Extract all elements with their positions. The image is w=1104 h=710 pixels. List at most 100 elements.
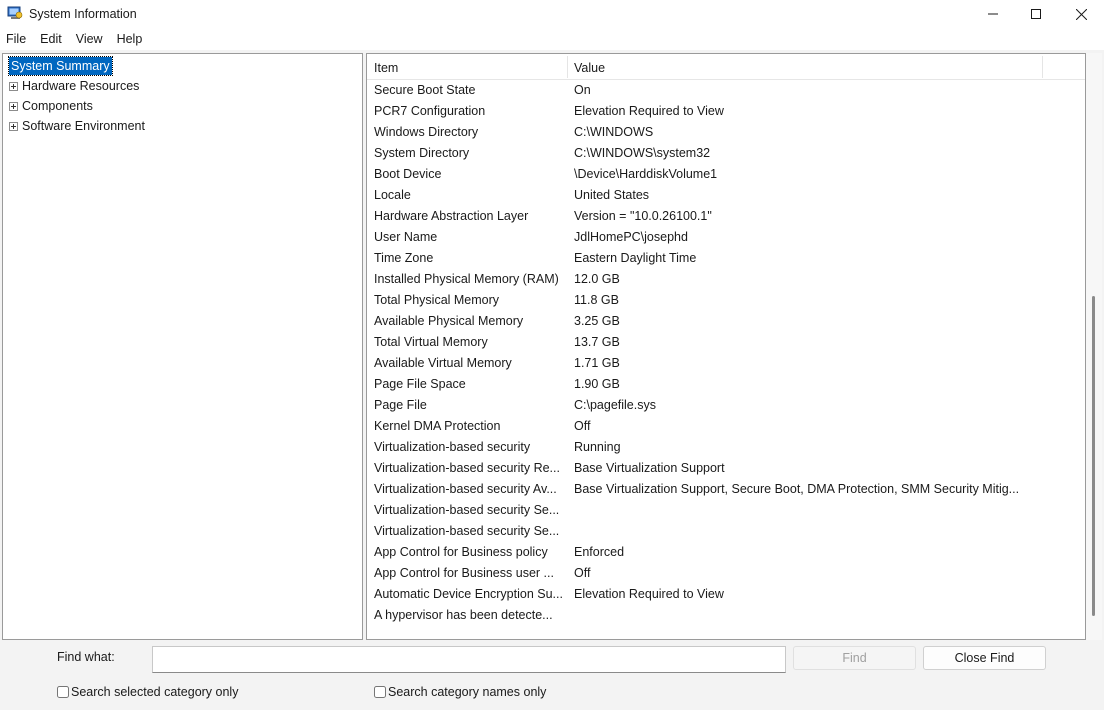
expand-plus-icon[interactable] xyxy=(9,81,18,91)
row-item: Automatic Device Encryption Su... xyxy=(374,587,563,601)
table-row[interactable]: Page File Space 1.90 GB xyxy=(367,374,1085,395)
table-row[interactable]: Automatic Device Encryption Su... Elevati… xyxy=(367,584,1085,605)
table-row[interactable]: Time Zone Eastern Daylight Time xyxy=(367,248,1085,269)
row-item: Total Virtual Memory xyxy=(374,335,488,349)
table-row[interactable]: Virtualization-based security Running xyxy=(367,437,1085,458)
tree-item-components[interactable]: Components xyxy=(9,97,93,115)
table-row[interactable]: System Directory C:\WINDOWS\system32 xyxy=(367,143,1085,164)
row-item: App Control for Business policy xyxy=(374,545,548,559)
row-value: United States xyxy=(574,188,650,202)
tree-item-label: Software Environment xyxy=(22,119,145,133)
table-row[interactable]: Windows Directory C:\WINDOWS xyxy=(367,122,1085,143)
row-value: \Device\HarddiskVolume1 xyxy=(574,167,718,181)
row-item: Time Zone xyxy=(374,251,434,265)
vertical-scrollbar[interactable] xyxy=(1086,53,1102,640)
table-row[interactable]: Virtualization-based security Se... xyxy=(367,500,1085,521)
row-item: Kernel DMA Protection xyxy=(374,419,501,433)
details-list[interactable]: Item Value Secure Boot State On PCR7 Confi… xyxy=(366,53,1086,640)
table-row[interactable]: Available Virtual Memory 1.71 GB xyxy=(367,353,1085,374)
table-row[interactable]: Total Physical Memory 11.8 GB xyxy=(367,290,1085,311)
table-row[interactable]: Secure Boot State On xyxy=(367,80,1085,101)
tree-item-software-environment[interactable]: Software Environment xyxy=(9,117,145,135)
tree-item-hardware-resources[interactable]: Hardware Resources xyxy=(9,77,139,95)
column-divider[interactable] xyxy=(1042,56,1043,78)
table-row[interactable]: Kernel DMA Protection Off xyxy=(367,416,1085,437)
search-selected-category-check[interactable] xyxy=(57,686,69,698)
table-row[interactable]: Hardware Abstraction Layer Version = "10.… xyxy=(367,206,1085,227)
find-what-input[interactable] xyxy=(152,646,786,673)
row-item: Windows Directory xyxy=(374,125,479,139)
menu-bar: File Edit View Help xyxy=(0,28,1104,50)
row-value: Off xyxy=(574,566,591,580)
table-row[interactable]: Boot Device \Device\HarddiskVolume1 xyxy=(367,164,1085,185)
row-item: System Directory xyxy=(374,146,470,160)
expand-plus-icon[interactable] xyxy=(9,101,18,111)
category-tree[interactable]: System Summary Hardware Resources Compon… xyxy=(2,53,363,640)
table-row[interactable]: App Control for Business policy Enforced xyxy=(367,542,1085,563)
menu-file[interactable]: File xyxy=(6,32,26,46)
minimize-button[interactable] xyxy=(970,0,1016,28)
row-item: Page File Space xyxy=(374,377,466,391)
menu-view[interactable]: View xyxy=(76,32,103,46)
scrollbar-thumb[interactable] xyxy=(1092,296,1095,616)
close-icon xyxy=(1075,8,1087,20)
row-item: Installed Physical Memory (RAM) xyxy=(374,272,559,286)
list-rows: Secure Boot State On PCR7 Configuration Ele… xyxy=(367,80,1085,626)
row-item: Available Virtual Memory xyxy=(374,356,512,370)
maximize-button[interactable] xyxy=(1013,0,1059,28)
row-value: Base Virtualization Support, Secure Boot… xyxy=(574,482,1020,496)
table-row[interactable]: Virtualization-based security Av... Base … xyxy=(367,479,1085,500)
row-item: Hardware Abstraction Layer xyxy=(374,209,529,223)
search-category-names-checkbox[interactable]: Search category names only xyxy=(374,685,546,699)
minimize-icon xyxy=(988,13,998,15)
expand-plus-icon[interactable] xyxy=(9,121,18,131)
row-item: App Control for Business user ... xyxy=(374,566,554,580)
close-window-button[interactable] xyxy=(1058,0,1104,28)
table-row[interactable]: Virtualization-based security Re... Base … xyxy=(367,458,1085,479)
table-row[interactable]: Page File C:\pagefile.sys xyxy=(367,395,1085,416)
table-row[interactable]: Available Physical Memory 3.25 GB xyxy=(367,311,1085,332)
row-value: 12.0 GB xyxy=(574,272,620,286)
table-row[interactable]: Virtualization-based security Se... xyxy=(367,521,1085,542)
row-item: Available Physical Memory xyxy=(374,314,524,328)
row-item: Page File xyxy=(374,398,427,412)
table-row[interactable]: A hypervisor has been detecte... xyxy=(367,605,1085,626)
table-row[interactable]: PCR7 Configuration Elevation Required to … xyxy=(367,101,1085,122)
search-selected-category-checkbox[interactable]: Search selected category only xyxy=(57,685,238,699)
find-what-label: Find what: xyxy=(57,650,115,664)
search-category-names-check[interactable] xyxy=(374,686,386,698)
tree-item-label: Hardware Resources xyxy=(22,79,140,93)
row-value: 3.25 GB xyxy=(574,314,620,328)
checkbox-label: Search category names only xyxy=(388,685,547,699)
menu-edit[interactable]: Edit xyxy=(40,32,62,46)
row-value: C:\WINDOWS xyxy=(574,125,654,139)
tree-item-system-summary[interactable]: System Summary xyxy=(8,56,113,76)
window-title: System Information xyxy=(29,7,137,21)
row-value: Running xyxy=(574,440,621,454)
row-value: On xyxy=(574,83,591,97)
close-find-button[interactable]: Close Find xyxy=(923,646,1046,670)
maximize-icon xyxy=(1031,9,1041,19)
row-value: 13.7 GB xyxy=(574,335,620,349)
row-value: C:\pagefile.sys xyxy=(574,398,656,412)
table-row[interactable]: User Name JdlHomePC\josephd xyxy=(367,227,1085,248)
row-item: Total Physical Memory xyxy=(374,293,500,307)
table-row[interactable]: Installed Physical Memory (RAM) 12.0 GB xyxy=(367,269,1085,290)
row-value: Elevation Required to View xyxy=(574,104,724,118)
row-value: 1.90 GB xyxy=(574,377,620,391)
find-button[interactable]: Find xyxy=(793,646,916,670)
table-row[interactable]: Total Virtual Memory 13.7 GB xyxy=(367,332,1085,353)
row-item: Virtualization-based security Se... xyxy=(374,524,560,538)
row-item: Boot Device xyxy=(374,167,442,181)
row-value: Enforced xyxy=(574,545,625,559)
table-row[interactable]: Locale United States xyxy=(367,185,1085,206)
menu-help[interactable]: Help xyxy=(117,32,143,46)
row-item: Virtualization-based security xyxy=(374,440,531,454)
column-divider[interactable] xyxy=(567,56,568,78)
row-item: User Name xyxy=(374,230,438,244)
column-header-item[interactable]: Item xyxy=(374,61,398,75)
column-header-value[interactable]: Value xyxy=(574,61,605,75)
table-row[interactable]: App Control for Business user ... Off xyxy=(367,563,1085,584)
row-value: C:\WINDOWS\system32 xyxy=(574,146,711,160)
row-value: Eastern Daylight Time xyxy=(574,251,697,265)
